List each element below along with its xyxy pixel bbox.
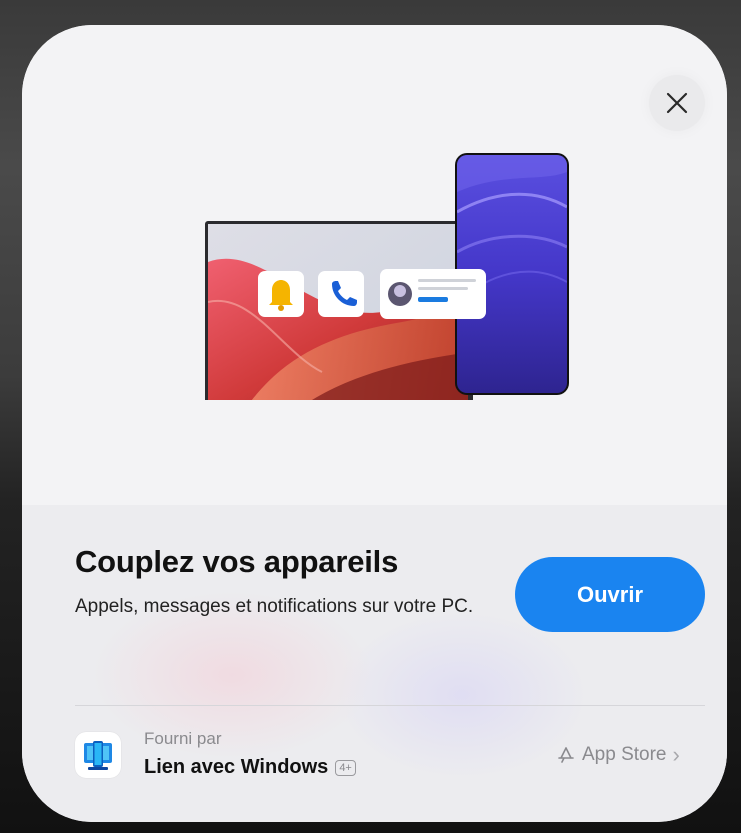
open-button[interactable]: Ouvrir: [515, 557, 705, 632]
devices-illustration: [205, 153, 569, 400]
app-name: Lien avec Windows 4+: [144, 756, 356, 779]
app-name-text: Lien avec Windows: [144, 756, 329, 778]
sheet-subtitle: Appels, messages et notifications sur vo…: [75, 596, 474, 617]
close-icon: [666, 92, 688, 114]
sheet-title: Couplez vos appareils: [75, 544, 399, 579]
close-button[interactable]: [649, 75, 705, 131]
app-store-label: App Store: [582, 744, 667, 765]
app-store-icon: [558, 747, 574, 763]
app-store-link[interactable]: App Store ›: [556, 742, 680, 768]
chevron-right-icon: ›: [672, 742, 680, 767]
phone-call-chip: [318, 271, 364, 317]
provided-by-label: Fourni par: [144, 729, 222, 748]
app-clip-card: Couplez vos appareils Appels, messages e…: [22, 25, 727, 822]
phone-link-app-icon: [75, 732, 121, 778]
divider: [75, 705, 705, 706]
age-rating-badge: 4+: [335, 759, 356, 776]
